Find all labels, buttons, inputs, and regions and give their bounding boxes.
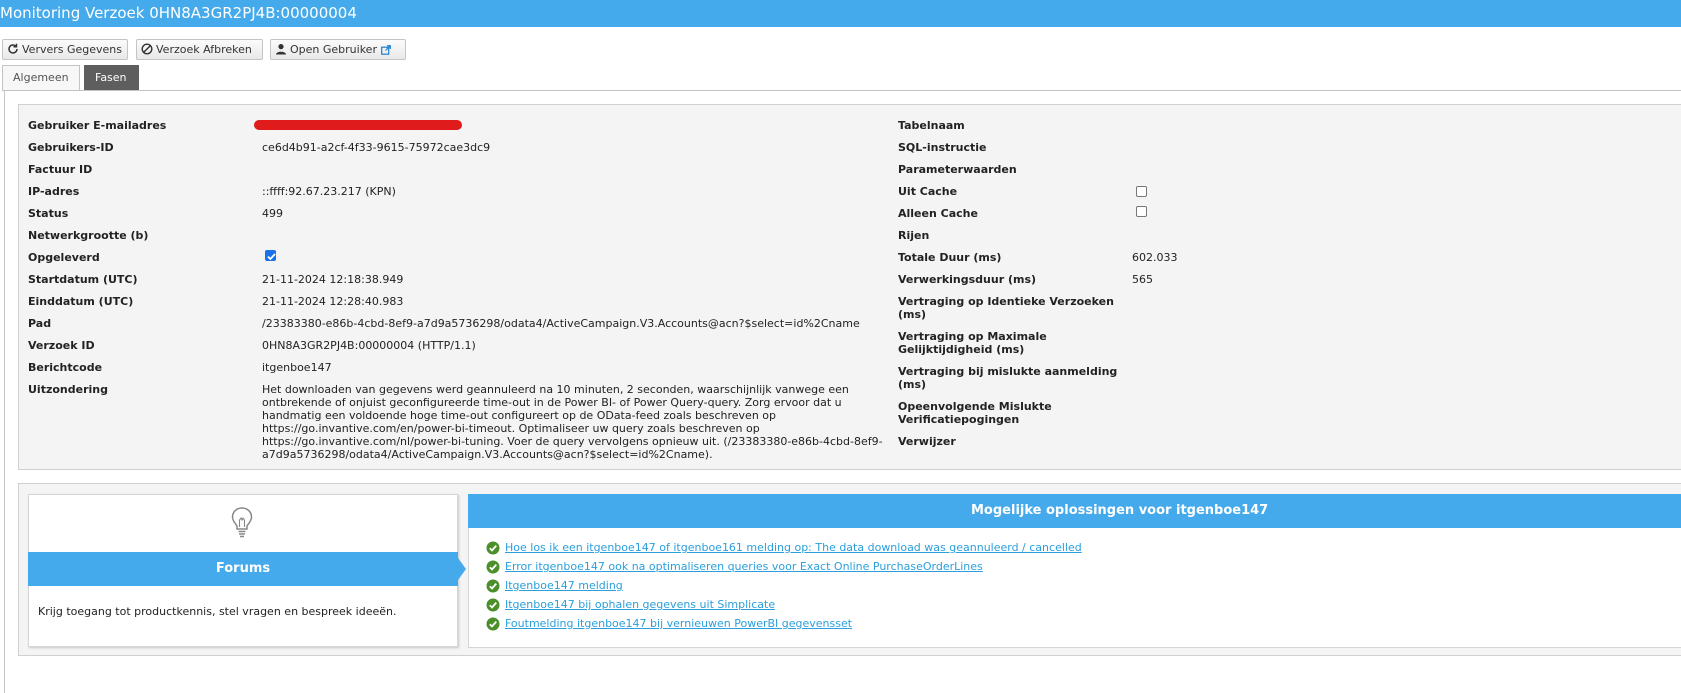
label-network-size: Netwerkgrootte (b) [28, 229, 149, 242]
label-failed-verifications: Opeenvolgende Mislukte Verificatiepoging… [898, 400, 1052, 426]
refresh-icon [8, 43, 18, 54]
tab-fasen[interactable]: Fasen [84, 65, 139, 91]
label-line: Vertraging op Identieke Verzoeken [898, 295, 1114, 308]
label-exception: Uitzondering [28, 383, 108, 396]
label-status: Status [28, 207, 69, 220]
label-line: Vertraging bij mislukte aanmelding [898, 365, 1118, 378]
refresh-button[interactable]: Ververs Gegevens [2, 39, 128, 60]
value-total-duration: 602.033 [1132, 251, 1178, 264]
value-ip: ::ffff:92.67.23.217 (KPN) [262, 185, 396, 198]
check-circle-icon [486, 598, 500, 612]
label-request-id: Verzoek ID [28, 339, 95, 352]
cache-only-checkbox[interactable] [1136, 206, 1147, 217]
value-status: 499 [262, 207, 283, 220]
label-failed-login-delay: Vertraging bij mislukte aanmelding (ms) [898, 365, 1117, 391]
solution-link[interactable]: Itgenboe147 melding [505, 579, 623, 592]
label-path: Pad [28, 317, 52, 330]
solution-link[interactable]: Foutmelding itgenboe147 bij vernieuwen P… [505, 617, 852, 630]
exception-line: https://go.invantive.com/nl/power-bi-tun… [262, 435, 883, 448]
check-circle-icon [486, 579, 500, 593]
label-line: (ms) [898, 308, 927, 321]
abort-button[interactable]: Verzoek Afbreken [136, 39, 263, 60]
label-table-name: Tabelnaam [898, 119, 965, 132]
tab-algemeen[interactable]: Algemeen [2, 65, 80, 91]
user-icon [276, 44, 286, 55]
exception-line: https://go.invantive.com/en/power-bi-tim… [262, 422, 760, 435]
label-delivered: Opgeleverd [28, 251, 100, 264]
checkmark-icon [267, 253, 276, 261]
from-cache-checkbox[interactable] [1136, 186, 1147, 197]
label-cache-only: Alleen Cache [898, 207, 978, 220]
open-user-button[interactable]: Open Gebruiker [270, 39, 406, 60]
check-circle-icon [486, 560, 500, 574]
open-user-label: Open Gebruiker [290, 43, 377, 56]
label-message-code: Berichtcode [28, 361, 103, 374]
forum-title: Forums [28, 552, 458, 586]
check-circle-icon [486, 617, 500, 631]
label-line: (ms) [898, 378, 927, 391]
content-border [4, 91, 5, 693]
label-line: Opeenvolgende Mislukte [898, 400, 1052, 413]
label-parameters: Parameterwaarden [898, 163, 1017, 176]
label-invoice-id: Factuur ID [28, 163, 93, 176]
label-start-date: Startdatum (UTC) [28, 273, 138, 286]
path-link[interactable]: /23383380-e86b-4cbd-8ef9-a7d9a5736298/od… [262, 317, 860, 330]
forum-arrow [458, 558, 466, 580]
delivered-checkbox[interactable] [265, 250, 276, 261]
exception-line: a7d9a5736298/odata4/ActiveCampaign.V3.Ac… [262, 448, 713, 461]
label-concurrency-delay: Vertraging op Maximale Gelijktijdigheid … [898, 330, 1047, 356]
value-processing-duration: 565 [1132, 273, 1153, 286]
label-end-date: Einddatum (UTC) [28, 295, 134, 308]
label-line: Vertraging op Maximale [898, 330, 1047, 343]
block-icon [141, 43, 153, 55]
label-rows: Rijen [898, 229, 930, 242]
redacted-email [254, 120, 462, 130]
refresh-label: Ververs Gegevens [22, 43, 123, 56]
value-start-date: 21-11-2024 12:18:38.949 [262, 273, 404, 286]
label-sql: SQL-instructie [898, 141, 987, 154]
exception-line: Het downloaden van gegevens werd geannul… [262, 383, 849, 396]
label-line: Gelijktijdigheid (ms) [898, 343, 1025, 356]
value-user-id: ce6d4b91-a2cf-4f33-9615-75972cae3dc9 [262, 141, 491, 154]
label-processing-duration: Verwerkingsduur (ms) [898, 273, 1037, 286]
check-circle-icon [486, 541, 500, 555]
forum-description: Krijg toegang tot productkennis, stel vr… [38, 605, 397, 618]
exception-line: ontbrekende of onjuist geconfigureerde t… [262, 396, 842, 409]
label-user-id: Gebruikers-ID [28, 141, 114, 154]
solution-link[interactable]: Error itgenboe147 ook na optimaliseren q… [505, 560, 983, 573]
solution-link[interactable]: Hoe los ik een itgenboe147 of itgenboe16… [505, 541, 1082, 554]
label-referrer: Verwijzer [898, 435, 956, 448]
solutions-title: Mogelijke oplossingen voor itgenboe147 [971, 503, 1269, 518]
value-path: /23383380-e86b-4cbd-8ef9-a7d9a5736298/od… [262, 317, 860, 330]
tab-divider [2, 90, 1681, 91]
label-identical-delay: Vertraging op Identieke Verzoeken (ms) [898, 295, 1114, 321]
label-email: Gebruiker E-mailadres [28, 119, 167, 132]
value-request-id: 0HN8A3GR2PJ4B:00000004 (HTTP/1.1) [262, 339, 476, 352]
window-title: Monitoring Verzoek 0HN8A3GR2PJ4B:0000000… [0, 0, 1681, 27]
solutions-header: Mogelijke oplossingen voor itgenboe147 [468, 494, 1681, 528]
label-total-duration: Totale Duur (ms) [898, 251, 1002, 264]
abort-label: Verzoek Afbreken [156, 43, 252, 56]
exception-line: handmatig een voldoende hoge time-out co… [262, 409, 777, 422]
value-end-date: 21-11-2024 12:28:40.983 [262, 295, 404, 308]
value-message-code: itgenboe147 [262, 361, 332, 374]
external-link-icon [381, 45, 391, 55]
label-ip: IP-adres [28, 185, 80, 198]
label-line: Verificatiepogingen [898, 413, 1020, 426]
lightbulb-icon [231, 507, 253, 538]
solution-link[interactable]: Itgenboe147 bij ophalen gegevens uit Sim… [505, 598, 775, 611]
label-from-cache: Uit Cache [898, 185, 958, 198]
value-exception: Het downloaden van gegevens werd geannul… [262, 383, 883, 461]
